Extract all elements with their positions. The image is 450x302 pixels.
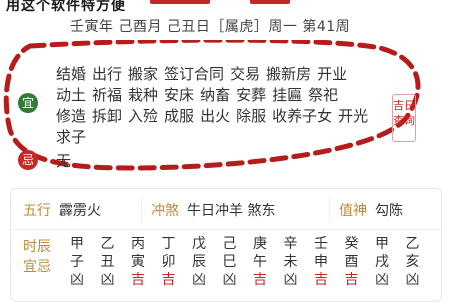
hour-column: 庚午吉	[252, 235, 268, 289]
hour-status: 凶	[192, 272, 206, 288]
hour-column: 甲戌凶	[374, 235, 390, 289]
hour-stem: 甲	[70, 236, 84, 252]
divider	[329, 197, 330, 221]
zhishen-label: 值神	[339, 203, 367, 219]
hour-column: 壬申吉	[313, 235, 329, 289]
hour-column: 甲子凶	[69, 235, 85, 289]
date-line: 壬寅年 己酉月 己丑日［属虎］周一 第41周	[70, 19, 351, 35]
almanac-card: 五行 霹雳火 冲煞 牛日冲羊 煞东 值神 勾陈 时辰宜忌 甲子凶乙丑凶丙寅吉丁卯吉戊辰…	[10, 188, 442, 302]
banner-decoration	[150, 0, 210, 4]
yi-item: 签订合同	[164, 65, 225, 83]
hour-status: 吉	[253, 272, 267, 288]
hour-stem: 癸	[344, 236, 359, 252]
yi-item: 除服	[236, 107, 267, 125]
divider	[141, 197, 142, 221]
yi-item: 开业	[317, 65, 348, 83]
yi-list: 结婚 出行 搬家 签订合同 交易 搬新房 开业动土 祈福 栽种 安床 纳畜 安葬 挂匾 祭祀修造 拆卸 入殓成…	[56, 64, 376, 148]
yi-item: 求子	[56, 128, 87, 146]
hour-column: 己巳凶	[222, 235, 238, 289]
hour-column: 乙亥凶	[405, 235, 421, 289]
hour-status: 凶	[283, 272, 298, 288]
yi-item: 结婚	[56, 65, 87, 83]
hour-column: 丁卯吉	[161, 235, 177, 289]
hours-label: 时辰宜忌	[23, 239, 51, 275]
yi-item: 拆卸	[92, 107, 123, 125]
hour-stem: 辛	[283, 236, 298, 252]
yi-badge: 宜	[18, 93, 38, 113]
yi-item: 祈福	[92, 86, 123, 104]
yi-item: 收养子女	[272, 107, 333, 125]
hour-branch: 亥	[405, 254, 420, 270]
hour-column: 乙丑凶	[100, 235, 116, 289]
hour-status: 凶	[222, 272, 237, 288]
hour-branch: 辰	[192, 254, 206, 270]
hour-column: 癸酉吉	[344, 235, 360, 289]
wuxing-label: 五行	[23, 203, 51, 219]
hour-branch: 子	[70, 254, 84, 270]
zhishen-value: 勾陈	[375, 203, 403, 219]
ji-badge: 忌	[18, 150, 38, 170]
hour-branch: 卯	[161, 254, 176, 270]
query-button-text: 吉日	[393, 99, 415, 112]
hour-branch: 午	[253, 254, 267, 270]
zhishen-cell: 值神 勾陈	[339, 200, 403, 220]
banner-caption: 用这个软件特方便	[6, 0, 126, 14]
auspicious-day-query-button[interactable]: 吉日 查询	[392, 94, 416, 142]
hour-status: 吉	[131, 272, 145, 288]
yi-item: 入殓	[128, 107, 159, 125]
hour-stem: 乙	[100, 236, 115, 252]
info-row: 五行 霹雳火 冲煞 牛日冲羊 煞东 值神 勾陈	[11, 189, 441, 230]
query-button-text: 查询	[393, 114, 415, 127]
hour-status: 凶	[70, 272, 84, 288]
hours-section: 时辰宜忌 甲子凶乙丑凶丙寅吉丁卯吉戊辰凶己巳凶庚午吉辛未凶壬申吉癸酉吉甲戌凶乙亥…	[11, 229, 441, 301]
chongsha-label: 冲煞	[151, 203, 179, 219]
hour-status: 吉	[161, 272, 176, 288]
hour-column: 丙寅吉	[130, 235, 146, 289]
hour-stem: 戊	[192, 236, 206, 252]
banner-decoration	[250, 0, 290, 4]
hour-status: 凶	[100, 272, 115, 288]
chongsha-cell: 冲煞 牛日冲羊 煞东	[151, 200, 275, 220]
hour-branch: 未	[283, 254, 298, 270]
hour-column: 辛未凶	[283, 235, 299, 289]
hour-stem: 甲	[375, 236, 389, 252]
yi-item: 栽种	[128, 86, 159, 104]
hour-branch: 申	[314, 254, 328, 270]
wuxing-cell: 五行 霹雳火	[23, 200, 101, 220]
hour-status: 吉	[314, 272, 328, 288]
hour-stem: 丁	[161, 236, 176, 252]
hour-stem: 壬	[314, 236, 328, 252]
hour-stem: 庚	[253, 236, 267, 252]
hour-stem: 己	[222, 236, 237, 252]
hour-status: 吉	[344, 272, 359, 288]
top-banner: 用这个软件特方便	[0, 0, 450, 16]
hour-branch: 丑	[100, 254, 115, 270]
hour-branch: 寅	[131, 254, 145, 270]
yi-item: 安床	[164, 86, 195, 104]
ji-value: 无	[56, 152, 72, 170]
yi-item: 祭祀	[308, 86, 339, 104]
hour-status: 凶	[405, 272, 420, 288]
chongsha-value: 牛日冲羊 煞东	[187, 203, 276, 219]
hour-branch: 酉	[344, 254, 359, 270]
yi-item: 纳畜	[200, 86, 231, 104]
yi-item: 修造	[56, 107, 87, 125]
yi-item: 开光	[338, 107, 369, 125]
hour-branch: 巳	[222, 254, 237, 270]
yi-item: 搬家	[128, 65, 159, 83]
yi-item: 挂匾	[272, 86, 303, 104]
hour-stem: 丙	[131, 236, 145, 252]
hour-stem: 乙	[405, 236, 420, 252]
wuxing-value: 霹雳火	[59, 203, 101, 219]
yi-item: 成服	[164, 107, 195, 125]
hour-branch: 戌	[375, 254, 389, 270]
yi-item: 出行	[92, 65, 123, 83]
yi-item: 动土	[56, 86, 87, 104]
yi-item: 搬新房	[266, 65, 312, 83]
yi-item: 交易	[230, 65, 261, 83]
hour-status: 凶	[375, 272, 389, 288]
yi-item: 出火	[200, 107, 231, 125]
hour-column: 戊辰凶	[191, 235, 207, 289]
yi-item: 安葬	[236, 86, 267, 104]
